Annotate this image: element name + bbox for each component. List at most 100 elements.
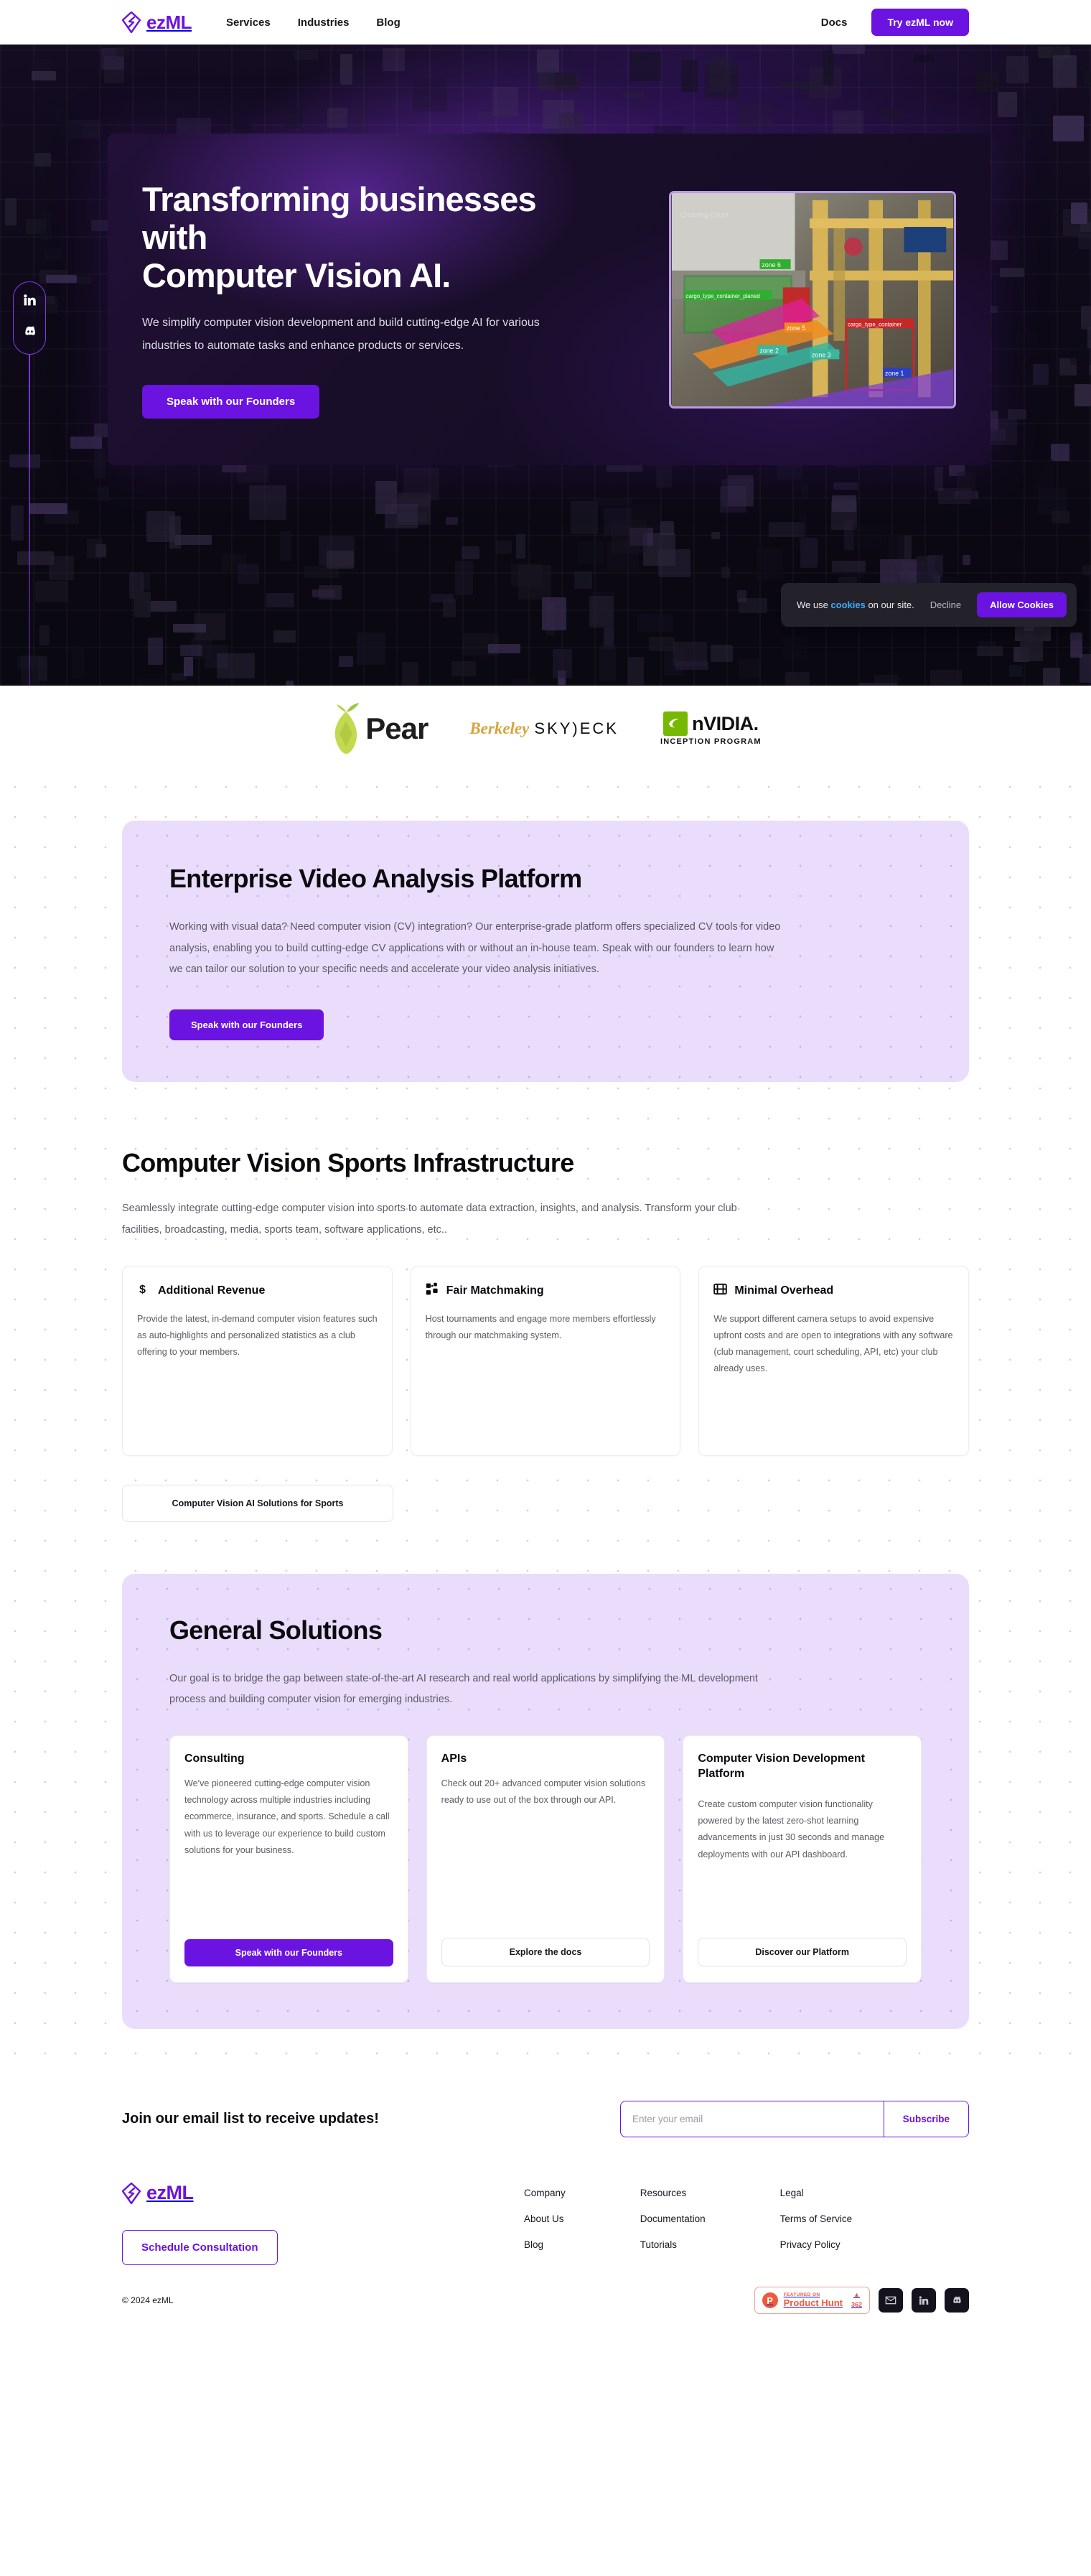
card-body: We've pioneered cutting-edge computer vi… bbox=[184, 1778, 390, 1856]
general-body: Our goal is to bridge the gap between st… bbox=[169, 1672, 758, 1706]
footer-link-columns: Company About Us Blog Resources Document… bbox=[524, 2182, 852, 2265]
nav-item-docs[interactable]: Docs bbox=[821, 17, 848, 29]
card-additional-revenue: $ Additional Revenue Provide the latest,… bbox=[122, 1265, 393, 1456]
card-title: Computer Vision Development Platform bbox=[698, 1753, 865, 1780]
svg-text:zone 2: zone 2 bbox=[759, 347, 779, 354]
svg-text:zone 3: zone 3 bbox=[812, 351, 831, 358]
linkedin-icon[interactable] bbox=[912, 2288, 936, 2313]
consulting-cta-button[interactable]: Speak with our Founders bbox=[184, 1939, 393, 1967]
card-body: We support different camera setups to av… bbox=[713, 1313, 953, 1374]
footer-brand-logo[interactable]: ezML bbox=[121, 2181, 524, 2205]
enterprise-panel: Enterprise Video Analysis Platform Worki… bbox=[122, 821, 969, 1083]
page-body: Enterprise Video Analysis Platform Worki… bbox=[0, 772, 1091, 2077]
cookie-banner: We use cookies on our site. Decline Allo… bbox=[780, 583, 1077, 627]
enterprise-speak-founders-button[interactable]: Speak with our Founders bbox=[169, 1009, 324, 1041]
email-icon[interactable] bbox=[879, 2288, 903, 2313]
brand-text: ezML bbox=[146, 11, 192, 33]
card-cv-development-platform: Computer Vision Development Platform Cre… bbox=[683, 1735, 922, 1984]
logo-berkeley-skydeck: Berkeley SKY)ECK bbox=[469, 719, 619, 738]
email-input[interactable] bbox=[621, 2101, 884, 2137]
schedule-consultation-button[interactable]: Schedule Consultation bbox=[122, 2230, 278, 2266]
ph-vote-count: 362 bbox=[851, 2300, 862, 2308]
card-header: $ Additional Revenue bbox=[137, 1282, 378, 1299]
platform-cta-button[interactable]: Discover our Platform bbox=[698, 1938, 907, 1967]
card-header: Fair Matchmaking bbox=[426, 1282, 666, 1299]
footer-column-heading: Resources bbox=[640, 2188, 687, 2199]
card-fair-matchmaking: Fair Matchmaking Host tournaments and en… bbox=[410, 1265, 681, 1456]
footer-column-company: Company About Us Blog bbox=[524, 2188, 566, 2265]
hero-subtitle: We simplify computer vision development … bbox=[142, 317, 540, 353]
card-header: Minimal Overhead bbox=[713, 1282, 954, 1299]
svg-text:cargo_type_container_planed: cargo_type_container_planed bbox=[686, 293, 760, 299]
card-minimal-overhead: Minimal Overhead We support different ca… bbox=[698, 1265, 969, 1456]
brand-logo[interactable]: ezML bbox=[121, 11, 192, 34]
footer-column-legal: Legal Terms of Service Privacy Policy bbox=[780, 2188, 853, 2265]
footer-link-tutorials[interactable]: Tutorials bbox=[640, 2239, 706, 2250]
ph-name-label: Product Hunt bbox=[783, 2297, 843, 2308]
newsletter-title: Join our email list to receive updates! bbox=[122, 2111, 379, 2127]
product-hunt-badge[interactable]: P FEATURED ON Product Hunt ▲ 362 bbox=[754, 2287, 870, 2315]
footer-brand-text: ezML bbox=[146, 2182, 194, 2204]
hero-section: Transforming businesses with Computer Vi… bbox=[0, 45, 1091, 686]
discord-icon[interactable] bbox=[945, 2288, 969, 2313]
footer-link-privacy[interactable]: Privacy Policy bbox=[780, 2239, 853, 2250]
nav-item-blog[interactable]: Blog bbox=[376, 17, 400, 29]
card-body: Host tournaments and engage more members… bbox=[425, 1313, 656, 1340]
card-apis: APIs Check out 20+ advanced computer vis… bbox=[426, 1735, 665, 1984]
cookie-decline-button[interactable]: Decline bbox=[930, 599, 961, 610]
social-rail bbox=[13, 281, 46, 686]
discord-icon[interactable] bbox=[22, 324, 37, 342]
newsletter-form: Subscribe bbox=[620, 2101, 969, 2138]
footer-column-heading: Company bbox=[524, 2188, 566, 2199]
general-cards: Consulting We've pioneered cutting-edge … bbox=[169, 1735, 922, 1984]
sports-solutions-button[interactable]: Computer Vision AI Solutions for Sports bbox=[122, 1484, 393, 1522]
footer-column-heading: Legal bbox=[779, 2188, 804, 2199]
hero-title: Transforming businesses with Computer Vi… bbox=[142, 180, 601, 294]
footer-link-terms[interactable]: Terms of Service bbox=[780, 2213, 853, 2224]
hero-card: Transforming businesses with Computer Vi… bbox=[108, 134, 991, 465]
nav-item-services[interactable]: Services bbox=[226, 17, 271, 29]
nvidia-inception-label: INCEPTION PROGRAM bbox=[660, 737, 762, 746]
hero-title-line2: Computer Vision AI. bbox=[142, 256, 451, 295]
hero-title-line1: Transforming businesses with bbox=[142, 179, 537, 256]
card-title: APIs bbox=[441, 1753, 467, 1765]
svg-text:zone 6: zone 6 bbox=[762, 261, 781, 268]
sports-section: Computer Vision Sports Infrastructure Se… bbox=[122, 1148, 969, 1522]
card-title: Additional Revenue bbox=[158, 1284, 266, 1297]
linkedin-icon[interactable] bbox=[22, 292, 37, 311]
card-title: Fair Matchmaking bbox=[446, 1284, 544, 1297]
svg-text:zone 5: zone 5 bbox=[787, 325, 806, 332]
general-solutions-panel: General Solutions Our goal is to bridge … bbox=[122, 1573, 969, 2030]
main-nav: Services Industries Blog bbox=[226, 17, 401, 29]
sports-body: Seamlessly integrate cutting-edge comput… bbox=[122, 1203, 737, 1236]
sports-cards: $ Additional Revenue Provide the latest,… bbox=[122, 1265, 969, 1456]
ezml-logo-icon bbox=[121, 2181, 141, 2205]
enterprise-title: Enterprise Video Analysis Platform bbox=[169, 864, 582, 893]
sports-title: Computer Vision Sports Infrastructure bbox=[122, 1148, 574, 1178]
card-title: Consulting bbox=[184, 1753, 245, 1765]
card-consulting: Consulting We've pioneered cutting-edge … bbox=[169, 1735, 408, 1984]
cookie-allow-button[interactable]: Allow Cookies bbox=[977, 592, 1067, 617]
card-body: Provide the latest, in-demand computer v… bbox=[137, 1313, 378, 1358]
svg-text:cargo_type_container: cargo_type_container bbox=[848, 321, 902, 327]
try-ezml-button[interactable]: Try ezML now bbox=[871, 9, 969, 36]
footer-link-about-us[interactable]: About Us bbox=[524, 2213, 566, 2224]
partner-logos: Pear Berkeley SKY)ECK nVIDIA. INCEPTION … bbox=[0, 686, 1091, 772]
pear-label: Pear bbox=[365, 711, 429, 745]
hero-speak-founders-button[interactable]: Speak with our Founders bbox=[142, 385, 320, 419]
subscribe-button[interactable]: Subscribe bbox=[883, 2101, 968, 2137]
card-body: Check out 20+ advanced computer vision s… bbox=[441, 1778, 646, 1806]
footer-link-blog[interactable]: Blog bbox=[524, 2239, 566, 2250]
cookies-link[interactable]: cookies bbox=[830, 599, 865, 610]
nvidia-eye-icon bbox=[663, 711, 688, 736]
nav-item-industries[interactable]: Industries bbox=[298, 17, 350, 29]
hero-demo-image: zone 6 cargo_type_container_planed zone … bbox=[669, 190, 956, 409]
card-title: Minimal Overhead bbox=[734, 1284, 834, 1297]
footer-link-documentation[interactable]: Documentation bbox=[640, 2213, 706, 2224]
logo-nvidia-inception: nVIDIA. INCEPTION PROGRAM bbox=[660, 711, 762, 746]
apis-cta-button[interactable]: Explore the docs bbox=[441, 1938, 650, 1967]
matchmaking-icon bbox=[426, 1282, 439, 1299]
ph-upvote-icon: ▲ bbox=[853, 2290, 860, 2298]
newsletter: Join our email list to receive updates! … bbox=[122, 2101, 969, 2138]
copyright: © 2024 ezML bbox=[122, 2295, 174, 2306]
